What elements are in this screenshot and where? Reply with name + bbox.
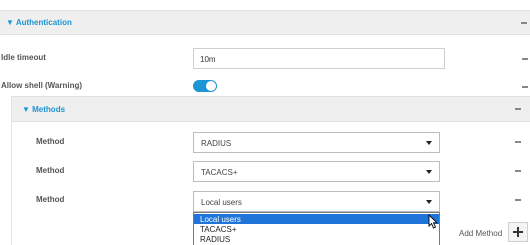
methods-title[interactable]: ▼ Methods — [22, 105, 65, 114]
caret-down-icon — [426, 200, 432, 204]
add-method-button[interactable] — [508, 222, 528, 242]
idle-timeout-dash-icon[interactable] — [522, 58, 528, 60]
method-select-value: RADIUS — [201, 139, 232, 148]
method-dash-icon[interactable] — [515, 199, 521, 201]
idle-timeout-input[interactable]: 10m — [193, 48, 445, 69]
allow-shell-label: Allow shell (Warning) — [1, 81, 83, 90]
add-method-label: Add Method — [459, 229, 503, 238]
method-select-value: TACACS+ — [201, 168, 238, 177]
caret-down-icon — [426, 141, 432, 145]
method-select-value: Local users — [201, 198, 242, 207]
method-label: Method — [36, 137, 65, 146]
plus-icon-vertical — [517, 227, 519, 237]
method-select[interactable]: RADIUS — [193, 132, 440, 153]
method-select[interactable]: Local users — [193, 191, 440, 212]
authentication-header[interactable]: ▼ Authentication — [0, 10, 530, 35]
dropdown-option[interactable]: RADIUS — [194, 234, 439, 244]
dropdown-option[interactable]: TACACS+ — [194, 224, 439, 234]
method-label: Method — [36, 166, 65, 175]
idle-timeout-label: Idle timeout — [1, 53, 46, 62]
methods-dash-icon[interactable] — [515, 108, 521, 110]
method-label: Method — [36, 195, 65, 204]
mouse-cursor-icon — [428, 214, 439, 229]
authentication-title[interactable]: ▼ Authentication — [6, 18, 72, 27]
toggle-knob — [206, 81, 216, 91]
allow-shell-dash-icon[interactable] — [522, 86, 528, 88]
caret-down-icon — [426, 170, 432, 174]
authentication-dash-icon[interactable] — [521, 22, 527, 24]
method-dropdown-list: Local users TACACS+ RADIUS — [193, 212, 440, 245]
methods-header[interactable]: ▼ Methods — [12, 97, 530, 122]
dropdown-option[interactable]: Local users — [194, 214, 439, 224]
method-select[interactable]: TACACS+ — [193, 161, 440, 182]
method-dash-icon[interactable] — [515, 141, 521, 143]
method-dash-icon[interactable] — [515, 170, 521, 172]
allow-shell-toggle[interactable] — [193, 80, 217, 92]
